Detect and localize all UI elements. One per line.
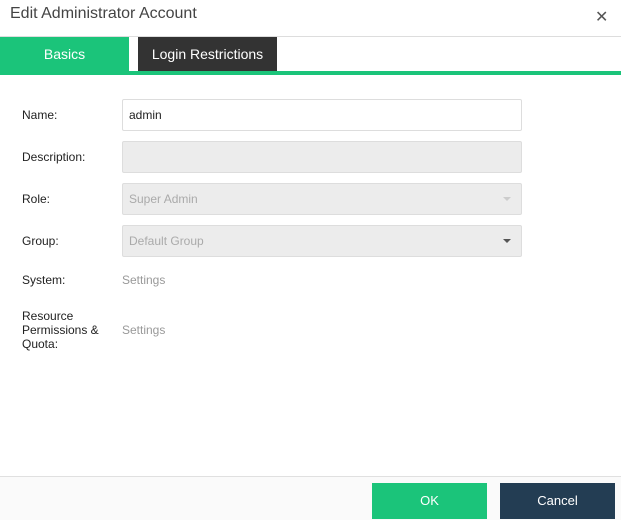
description-label: Description: (22, 150, 86, 164)
role-value: Super Admin (129, 192, 198, 206)
name-input[interactable]: admin (122, 99, 522, 131)
tab-basics[interactable]: Basics (0, 37, 129, 71)
cancel-button[interactable]: Cancel (500, 483, 615, 519)
system-settings-link[interactable]: Settings (122, 273, 165, 287)
tab-login-restrictions[interactable]: Login Restrictions (138, 37, 277, 71)
system-label: System: (22, 273, 66, 287)
chevron-down-icon (503, 239, 511, 243)
description-input (122, 141, 522, 173)
group-select[interactable]: Default Group (122, 225, 522, 257)
ok-button[interactable]: OK (372, 483, 487, 519)
role-select: Super Admin (122, 183, 522, 215)
resource-settings-link[interactable]: Settings (122, 323, 165, 337)
dialog-title: Edit Administrator Account (10, 5, 197, 22)
chevron-down-icon (503, 197, 511, 201)
name-label: Name: (22, 108, 58, 122)
group-value: Default Group (129, 234, 204, 248)
tab-underline (0, 71, 621, 75)
role-label: Role: (22, 192, 51, 206)
group-label: Group: (22, 234, 59, 248)
resource-label: Resource Permissions & Quota: (22, 309, 99, 351)
close-icon[interactable]: ✕ (595, 7, 608, 27)
